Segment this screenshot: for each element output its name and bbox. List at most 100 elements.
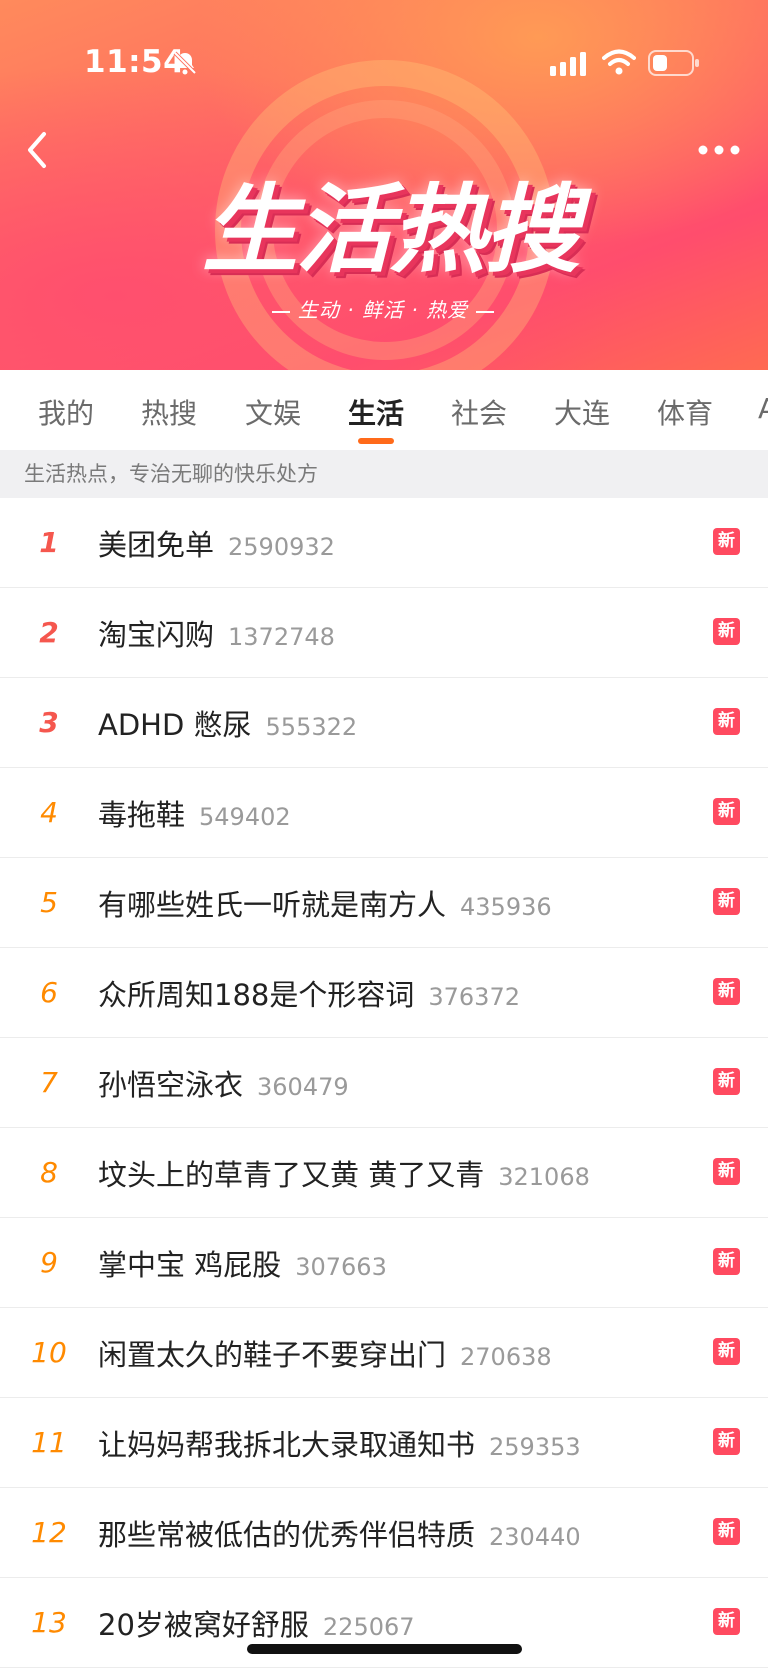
rank-number: 5	[40, 886, 58, 919]
tab-society[interactable]: 社会	[451, 392, 507, 432]
item-hot-count: 230440	[489, 1523, 581, 1551]
new-badge: 新	[713, 798, 740, 825]
item-hot-count: 321068	[498, 1163, 590, 1191]
item-hot-count: 555322	[265, 713, 358, 741]
status-time: 11:54	[84, 44, 186, 80]
item-text: ADHD 憋尿 555322	[98, 702, 357, 744]
item-text: 孙悟空泳衣 360479	[98, 1062, 349, 1104]
new-badge: 新	[713, 1608, 740, 1635]
item-text: 美团免单 2590932	[98, 522, 335, 564]
item-title: 掌中宝 鸡屁股	[98, 1248, 282, 1282]
rank-number: 3	[39, 706, 59, 739]
list-item[interactable]: 2 淘宝闪购 1372748 新	[0, 588, 768, 678]
active-tab-indicator	[358, 438, 394, 444]
new-badge: 新	[713, 1338, 740, 1365]
item-title: 坟头上的草青了又黄 黄了又青	[98, 1158, 485, 1192]
item-hot-count: 2590932	[228, 533, 335, 561]
new-badge: 新	[713, 1158, 740, 1185]
rank-number: 9	[40, 1246, 58, 1279]
list-item[interactable]: 1 美团免单 2590932 新	[0, 498, 768, 588]
banner-title: 生活热搜	[202, 174, 580, 286]
item-hot-count: 259353	[489, 1433, 581, 1461]
item-title: 让妈妈帮我拆北大录取通知书	[98, 1428, 476, 1462]
bell-muted-icon	[173, 51, 197, 75]
new-badge: 新	[713, 1428, 740, 1455]
new-badge: 新	[713, 888, 740, 915]
wifi-icon	[602, 49, 636, 75]
list-item[interactable]: 7 孙悟空泳衣 360479 新	[0, 1038, 768, 1128]
list-item[interactable]: 5 有哪些姓氏一听就是南方人 435936 新	[0, 858, 768, 948]
item-text: 掌中宝 鸡屁股 307663	[98, 1242, 387, 1284]
list-item[interactable]: 10 闲置太久的鞋子不要穿出门 270638 新	[0, 1308, 768, 1398]
hot-search-list: 1 美团免单 2590932 新 2 淘宝闪购 1372748 新 3 ADHD 憋尿 555322…	[0, 498, 768, 1668]
item-text: 坟头上的草青了又黄 黄了又青 321068	[98, 1152, 590, 1194]
item-title: 众所周知188是个形容词	[98, 978, 415, 1012]
rank-number: 7	[40, 1066, 58, 1099]
rank-number: 1	[39, 526, 59, 559]
list-item[interactable]: 8 坟头上的草青了又黄 黄了又青 321068 新	[0, 1128, 768, 1218]
item-title: 美团免单	[98, 528, 215, 562]
tab-mine[interactable]: 我的	[38, 392, 94, 432]
list-item[interactable]: 13 20岁被窝好舒服 225067 新	[0, 1578, 768, 1668]
item-text: 20岁被窝好舒服 225067	[98, 1602, 415, 1644]
item-title: ADHD 憋尿	[98, 708, 252, 742]
new-badge: 新	[713, 618, 740, 645]
item-hot-count: 549402	[199, 803, 291, 831]
rank-number: 10	[31, 1336, 67, 1369]
item-hot-count: 225067	[322, 1613, 415, 1641]
item-text: 闲置太久的鞋子不要穿出门 270638	[98, 1332, 552, 1374]
tab-life[interactable]: 生活	[348, 392, 404, 432]
item-hot-count: 270638	[460, 1343, 552, 1371]
item-hot-count: 360479	[257, 1073, 349, 1101]
list-item[interactable]: 12 那些常被低估的优秀伴侣特质 230440 新	[0, 1488, 768, 1578]
item-title: 闲置太久的鞋子不要穿出门	[98, 1338, 447, 1372]
battery-icon	[648, 50, 699, 76]
list-item[interactable]: 6 众所周知188是个形容词 376372 新	[0, 948, 768, 1038]
item-text: 毒拖鞋 549402	[98, 792, 291, 834]
item-title: 那些常被低估的优秀伴侣特质	[98, 1518, 476, 1552]
new-badge: 新	[713, 528, 740, 555]
new-badge: 新	[713, 1518, 740, 1545]
rank-number: 12	[31, 1516, 67, 1549]
tab-sports[interactable]: 体育	[657, 392, 713, 432]
rank-number: 4	[40, 796, 58, 829]
cellular-signal-icon	[550, 52, 586, 76]
item-text: 让妈妈帮我拆北大录取通知书 259353	[98, 1422, 581, 1464]
tab-hot-search[interactable]: 热搜	[141, 392, 197, 432]
banner-subtitle: 生动 · 鲜活 · 热爱	[258, 294, 508, 323]
list-item[interactable]: 3 ADHD 憋尿 555322 新	[0, 678, 768, 768]
more-options-icon[interactable]	[696, 138, 742, 162]
rank-number: 8	[40, 1156, 58, 1189]
rank-number: 6	[40, 976, 58, 1009]
item-title: 淘宝闪购	[98, 618, 215, 652]
item-hot-count: 307663	[295, 1253, 387, 1281]
item-text: 众所周知188是个形容词 376372	[98, 972, 520, 1014]
new-badge: 新	[713, 1248, 740, 1275]
header-banner: 11:54 生活热搜 生动 · 鲜活 · 热爱	[0, 0, 768, 370]
new-badge: 新	[713, 708, 740, 735]
item-text: 淘宝闪购 1372748	[98, 612, 335, 654]
item-hot-count: 435936	[460, 893, 552, 921]
rank-number: 11	[31, 1426, 67, 1459]
item-hot-count: 1372748	[228, 623, 335, 651]
rank-number: 2	[39, 616, 59, 649]
item-text: 有哪些姓氏一听就是南方人 435936	[98, 882, 552, 924]
home-indicator	[247, 1644, 522, 1654]
rank-number: 13	[31, 1606, 67, 1639]
tab-more[interactable]: A	[758, 392, 768, 425]
item-title: 孙悟空泳衣	[98, 1068, 244, 1102]
tab-dalian[interactable]: 大连	[554, 392, 610, 432]
new-badge: 新	[713, 978, 740, 1005]
item-hot-count: 376372	[428, 983, 520, 1011]
category-tagline: 生活热点，专治无聊的快乐处方	[0, 450, 768, 498]
list-item[interactable]: 4 毒拖鞋 549402 新	[0, 768, 768, 858]
list-item[interactable]: 9 掌中宝 鸡屁股 307663 新	[0, 1218, 768, 1308]
item-title: 毒拖鞋	[98, 798, 186, 832]
status-bar: 11:54	[0, 40, 768, 88]
back-arrow-icon[interactable]	[20, 128, 54, 172]
item-title: 有哪些姓氏一听就是南方人	[98, 888, 447, 922]
new-badge: 新	[713, 1068, 740, 1095]
tab-entertainment[interactable]: 文娱	[245, 392, 301, 432]
list-item[interactable]: 11 让妈妈帮我拆北大录取通知书 259353 新	[0, 1398, 768, 1488]
category-tabs: 我的 热搜 文娱 生活 社会 大连 体育 A	[0, 370, 768, 450]
